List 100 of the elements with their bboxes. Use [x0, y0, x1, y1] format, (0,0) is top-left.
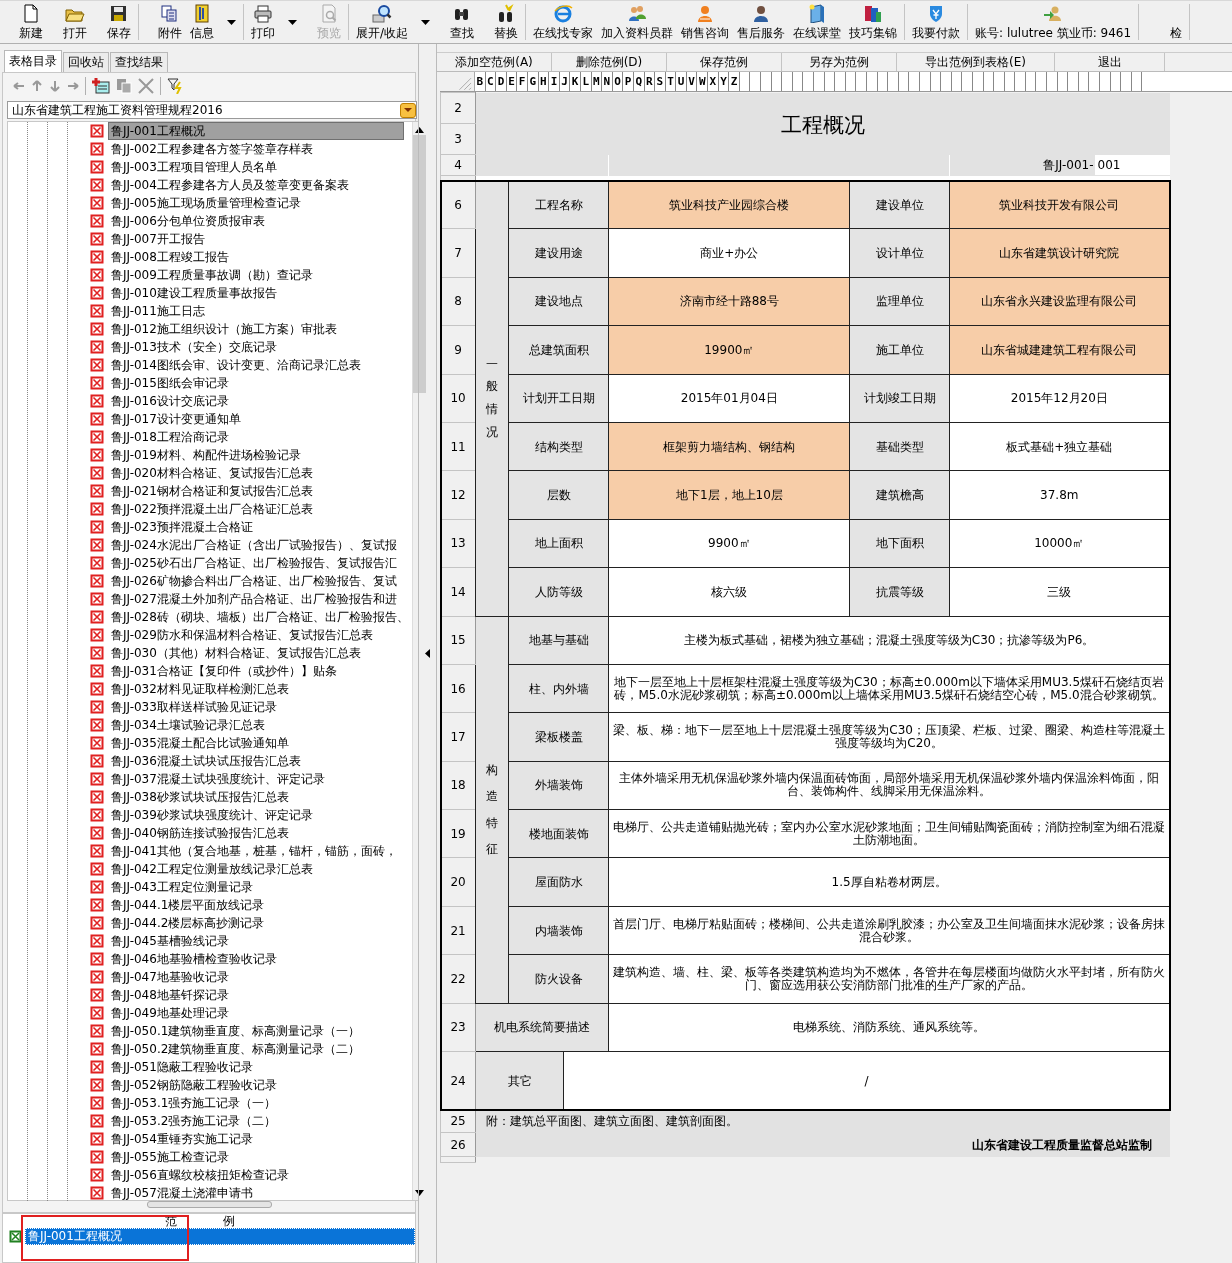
- tree-item[interactable]: 鲁JJ-022预拌混凝土出厂合格证汇总表: [108, 500, 316, 518]
- toolbar-button[interactable]: 展开/收起: [352, 4, 435, 40]
- example-item[interactable]: 鲁JJ-001工程概况: [25, 1228, 415, 1245]
- tree-item[interactable]: 鲁JJ-054重锤夯实施工记录: [108, 1130, 256, 1148]
- tree-item[interactable]: 鲁JJ-018工程洽商记录: [108, 428, 232, 446]
- toolbar-button[interactable]: 在线课堂: [789, 4, 846, 40]
- tree-item[interactable]: 鲁JJ-057混凝土浇灌申请书: [108, 1184, 256, 1202]
- tree-item[interactable]: 鲁JJ-019材料、构配件进场检验记录: [108, 446, 304, 464]
- tree-item[interactable]: 鲁JJ-007开工报告: [108, 230, 208, 248]
- tree-item[interactable]: 鲁JJ-037混凝土试块强度统计、评定记录: [108, 770, 328, 788]
- toolbar-button[interactable]: 导出范例到表格(E): [897, 53, 1055, 71]
- tree-item[interactable]: 鲁JJ-006分包单位资质报审表: [108, 212, 268, 230]
- toolbar-button[interactable]: 我要付款: [908, 4, 965, 40]
- column-header[interactable]: T: [665, 72, 677, 91]
- toolbar-button[interactable]: 保存: [91, 4, 135, 40]
- column-header[interactable]: Z: [729, 72, 740, 91]
- tree-item[interactable]: 鲁JJ-049地基处理记录: [108, 1004, 232, 1022]
- tree-item[interactable]: 鲁JJ-029防水和保温材料合格证、复试报告汇总表: [108, 626, 376, 644]
- column-header[interactable]: J: [559, 72, 571, 91]
- tree-item[interactable]: 鲁JJ-027混凝土外加剂产品合格证、出厂检验报告和进: [108, 590, 400, 608]
- column-header[interactable]: H: [538, 72, 550, 91]
- column-header[interactable]: B: [475, 72, 486, 91]
- tree-item[interactable]: 鲁JJ-032材料见证取样检测汇总表: [108, 680, 292, 698]
- tree-item[interactable]: 鲁JJ-050.2建筑物垂直度、标高测量记录（二）: [108, 1040, 364, 1058]
- toolbar-button[interactable]: 新建: [3, 4, 47, 40]
- tree-item[interactable]: 鲁JJ-028砖（砌块、墙板）出厂合格证、出厂检验报告、: [108, 608, 412, 626]
- toolbar-button[interactable]: 附件: [142, 4, 186, 40]
- column-header[interactable]: N: [602, 72, 613, 91]
- tree-item[interactable]: 鲁JJ-046地基验槽检查验收记录: [108, 950, 280, 968]
- tree-item[interactable]: 鲁JJ-038砂浆试块试压报告汇总表: [108, 788, 292, 806]
- tree-item[interactable]: 鲁JJ-031合格证【复印件（或抄件）】贴条: [108, 662, 340, 680]
- column-header[interactable]: G: [527, 72, 539, 91]
- column-header[interactable]: R: [644, 72, 656, 91]
- tree-item[interactable]: 鲁JJ-026矿物掺合料出厂合格证、出厂检验报告、复试: [108, 572, 400, 590]
- tree-item[interactable]: 鲁JJ-003工程项目管理人员名单: [108, 158, 280, 176]
- tab[interactable]: 查找结果: [110, 52, 168, 72]
- tree-item[interactable]: 鲁JJ-055施工检查记录: [108, 1148, 232, 1166]
- tab[interactable]: 表格目录: [4, 50, 62, 72]
- catalog-dropdown[interactable]: 山东省建筑工程施工资料管理规程2016: [7, 101, 417, 119]
- tree-item[interactable]: 鲁JJ-030（其他）材料合格证、复试报告汇总表: [108, 644, 364, 662]
- tree-item[interactable]: 鲁JJ-056直螺纹校核扭矩检查记录: [108, 1166, 292, 1184]
- column-header[interactable]: D: [496, 72, 507, 91]
- tree-item[interactable]: 鲁JJ-044.2楼层标高抄测记录: [108, 914, 268, 932]
- column-header[interactable]: F: [517, 72, 528, 91]
- toolbar-button[interactable]: 删除范例(D): [552, 53, 667, 71]
- tree-item[interactable]: 鲁JJ-053.1强夯施工记录（一）: [108, 1094, 280, 1112]
- tree-item[interactable]: 鲁JJ-013技术（安全）交底记录: [108, 338, 280, 356]
- column-header[interactable]: S: [655, 72, 666, 91]
- tree-item[interactable]: 鲁JJ-025砂石出厂合格证、出厂检验报告、复试报告汇: [108, 554, 400, 572]
- tree-item[interactable]: 鲁JJ-001工程概况: [108, 122, 404, 140]
- tree-item[interactable]: 鲁JJ-021钢材合格证和复试报告汇总表: [108, 482, 316, 500]
- column-header[interactable]: E: [506, 72, 518, 91]
- column-header[interactable]: C: [485, 72, 497, 91]
- tree-item[interactable]: 鲁JJ-042工程定位测量放线记录汇总表: [108, 860, 316, 878]
- toolbar-button[interactable]: 技巧集锦: [845, 4, 902, 40]
- toolbar-button[interactable]: 查找: [434, 4, 479, 40]
- tree-item[interactable]: 鲁JJ-016设计交底记录: [108, 392, 232, 410]
- toolbar-button[interactable]: 打开: [47, 4, 91, 40]
- toolbar-button[interactable]: 销售咨询: [677, 4, 734, 40]
- tree-item[interactable]: 鲁JJ-017设计变更通知单: [108, 410, 244, 428]
- toolbar-button[interactable]: 在线找专家: [529, 4, 598, 40]
- tree-item[interactable]: 鲁JJ-015图纸会审记录: [108, 374, 232, 392]
- tree-item[interactable]: 鲁JJ-009工程质量事故调（勘）查记录: [108, 266, 316, 284]
- tree-item[interactable]: 鲁JJ-033取样送样试验见证记录: [108, 698, 280, 716]
- toolbar-button[interactable]: 退出: [1055, 53, 1165, 71]
- toolbar-button[interactable]: 打印: [247, 4, 301, 40]
- toolbar-button[interactable]: 替换: [478, 4, 523, 40]
- toolbar-button[interactable]: 售后服务: [733, 4, 790, 40]
- tree-item[interactable]: 鲁JJ-048地基钎探记录: [108, 986, 232, 1004]
- toolbar-button[interactable]: 检: [1142, 4, 1187, 40]
- code-field[interactable]: 001: [1094, 155, 1170, 175]
- tree-item[interactable]: 鲁JJ-012施工组织设计（施工方案）审批表: [108, 320, 340, 338]
- column-header[interactable]: M: [591, 72, 603, 91]
- toolbar-button[interactable]: 另存为范例: [782, 53, 897, 71]
- toolbar-button[interactable]: 信息: [186, 4, 240, 40]
- tab[interactable]: 回收站: [63, 52, 109, 72]
- tree-item[interactable]: 鲁JJ-034土壤试验记录汇总表: [108, 716, 268, 734]
- tree-item[interactable]: 鲁JJ-047地基验收记录: [108, 968, 232, 986]
- tree-item[interactable]: 鲁JJ-050.1建筑物垂直度、标高测量记录（一）: [108, 1022, 364, 1040]
- tree-item[interactable]: 鲁JJ-008工程竣工报告: [108, 248, 232, 266]
- tree-item[interactable]: 鲁JJ-052钢筋隐蔽工程验收记录: [108, 1076, 280, 1094]
- toolbar-button[interactable]: 添加空范例(A): [437, 53, 552, 71]
- scroll-handle[interactable]: [146, 1201, 272, 1208]
- tree-item[interactable]: 鲁JJ-010建设工程质量事故报告: [108, 284, 280, 302]
- tree-item[interactable]: 鲁JJ-051隐蔽工程验收记录: [108, 1058, 256, 1076]
- column-header[interactable]: Y: [718, 72, 730, 91]
- column-header[interactable]: Q: [633, 72, 645, 91]
- tree-item[interactable]: 鲁JJ-045基槽验线记录: [108, 932, 232, 950]
- tree-item[interactable]: 鲁JJ-044.1楼层平面放线记录: [108, 896, 268, 914]
- column-header[interactable]: U: [676, 72, 687, 91]
- column-header[interactable]: K: [570, 72, 581, 91]
- tree-item[interactable]: 鲁JJ-035混凝土配合比试验通知单: [108, 734, 292, 752]
- dropdown-button[interactable]: [400, 102, 416, 118]
- tree-item[interactable]: 鲁JJ-024水泥出厂合格证（含出厂试验报告）、复试报: [108, 536, 400, 554]
- column-header[interactable]: V: [686, 72, 698, 91]
- tree-item[interactable]: 鲁JJ-040钢筋连接试验报告汇总表: [108, 824, 292, 842]
- tree-item[interactable]: 鲁JJ-039砂浆试块强度统计、评定记录: [108, 806, 316, 824]
- toolbar-button[interactable]: 保存范例: [667, 53, 782, 71]
- column-header[interactable]: L: [580, 72, 592, 91]
- toolbar-button[interactable]: 账号: lulutree 筑业币: 9461: [971, 4, 1136, 40]
